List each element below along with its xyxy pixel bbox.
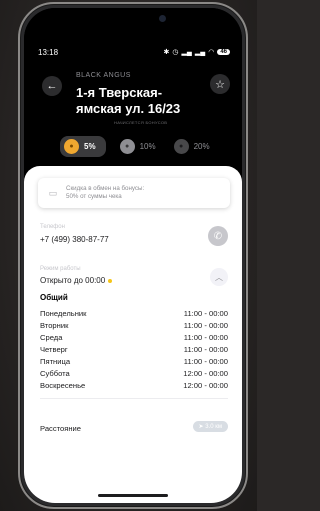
schedule-day: Пятница xyxy=(40,356,71,366)
open-status-text: Открыто до 00:00 xyxy=(40,276,106,285)
status-icons: ✱ ◷ ▂▄ ▂▄ ◠ 46 xyxy=(164,48,230,56)
signal-icon: ▂▄ xyxy=(194,49,206,56)
phone-frame: 13:18 ✱ ◷ ▂▄ ▂▄ ◠ 46 ← BLACK ANGUS 1-я Т… xyxy=(18,2,248,509)
favorite-button[interactable]: ☆ xyxy=(210,74,230,94)
promo-text: Скидка в обмен на бонусы: 50% от суммы ч… xyxy=(66,185,144,201)
schedule-row: Воскресенье 12:00 - 00:00 xyxy=(40,379,228,391)
details-sheet: ▭ Скидка в обмен на бонусы: 50% от суммы… xyxy=(24,166,242,503)
alarm-icon: ◷ xyxy=(172,49,179,56)
phone-icon: ✆ xyxy=(213,230,223,242)
bonus-tiers: ● 5% ● 10% ● 20% xyxy=(60,136,230,157)
schedule-row: Четверг 11:00 - 00:00 xyxy=(40,343,228,355)
schedule-day: Четверг xyxy=(40,344,68,354)
schedule-time: 12:00 - 00:00 xyxy=(183,368,228,378)
phone-label: Телефон xyxy=(40,224,65,230)
schedule-list: Понедельник 11:00 - 00:00 Вторник 11:00 - … xyxy=(40,307,228,391)
arrow-left-icon: ← xyxy=(46,80,58,92)
schedule-row: Вторник 11:00 - 00:00 xyxy=(40,319,228,331)
divider xyxy=(40,398,228,399)
schedule-time: 11:00 - 00:00 xyxy=(183,344,228,354)
chevron-up-icon: ︿ xyxy=(215,272,223,282)
distance-badge[interactable]: ➤ 3.0 км xyxy=(192,421,228,432)
restaurant-brand: BLACK ANGUS xyxy=(76,72,131,79)
signal-icon: ▂▄ xyxy=(181,49,192,56)
wifi-icon: ◠ xyxy=(208,49,215,56)
schedule-row: Пятница 11:00 - 00:00 xyxy=(40,355,228,367)
promo-line-1: Скидка в обмен на бонусы: xyxy=(66,185,145,192)
schedule-time: 12:00 - 00:00 xyxy=(183,380,228,390)
coin-silver-icon: ● xyxy=(119,139,135,154)
bonus-caption: НАЧИСЛЕТСЯ БОНУСОВ xyxy=(114,120,168,125)
schedule-row: Понедельник 11:00 - 00:00 xyxy=(40,307,228,319)
schedule-day: Суббота xyxy=(40,368,70,378)
schedule-time: 11:00 - 00:00 xyxy=(183,332,228,342)
star-icon: ☆ xyxy=(215,78,225,91)
distance-label: Расстояние xyxy=(40,424,82,433)
bonus-tier-silver[interactable]: ● 10% xyxy=(119,139,156,154)
restaurant-address-title: 1-я Тверская-ямская ул. 16/23 xyxy=(76,85,181,116)
call-button[interactable]: ✆ xyxy=(208,226,228,246)
status-time: 13:18 xyxy=(38,47,59,57)
hours-label: Режим работы xyxy=(40,266,81,272)
schedule-day: Понедельник xyxy=(40,308,87,318)
schedule-day: Вторник xyxy=(40,320,69,330)
open-status: Открыто до 00:00 xyxy=(40,276,113,285)
battery-icon: 46 xyxy=(217,49,230,55)
bonus-exchange-banner[interactable]: ▭ Скидка в обмен на бонусы: 50% от суммы… xyxy=(38,178,230,208)
hours-expand-button[interactable]: ︿ xyxy=(210,268,228,286)
schedule-time: 11:00 - 00:00 xyxy=(183,320,228,330)
back-button[interactable]: ← xyxy=(42,76,62,96)
promo-line-2: 50% от суммы чека xyxy=(66,193,122,200)
distance-value: 3.0 км xyxy=(205,424,222,430)
notch xyxy=(78,8,188,30)
schedule-row: Суббота 12:00 - 00:00 xyxy=(40,367,228,379)
coin-dark-icon: ● xyxy=(173,139,189,154)
tier-percent: 5% xyxy=(84,142,96,151)
screen: 13:18 ✱ ◷ ▂▄ ▂▄ ◠ 46 ← BLACK ANGUS 1-я Т… xyxy=(24,8,242,503)
tier-percent: 20% xyxy=(193,142,210,151)
coin-gold-icon: ● xyxy=(64,139,79,154)
schedule-time: 11:00 - 00:00 xyxy=(183,356,228,366)
schedule-time: 11:00 - 00:00 xyxy=(183,308,228,318)
home-indicator[interactable] xyxy=(98,494,168,497)
status-bar: 13:18 ✱ ◷ ▂▄ ▂▄ ◠ 46 xyxy=(38,46,230,58)
schedule-section-title: Общий xyxy=(40,293,68,302)
bonus-tier-dark[interactable]: ● 20% xyxy=(173,139,210,154)
bonus-tier-gold[interactable]: ● 5% xyxy=(60,136,106,157)
schedule-row: Среда 11:00 - 00:00 xyxy=(40,331,228,343)
schedule-day: Воскресенье xyxy=(40,380,86,390)
bluetooth-icon: ✱ xyxy=(163,49,170,56)
ticket-icon: ▭ xyxy=(48,187,58,198)
camera-icon xyxy=(159,15,166,22)
phone-number[interactable]: +7 (499) 380-87-77 xyxy=(40,235,109,244)
open-indicator-dot xyxy=(108,278,113,283)
tier-percent: 10% xyxy=(139,142,156,151)
schedule-day: Среда xyxy=(40,332,63,342)
